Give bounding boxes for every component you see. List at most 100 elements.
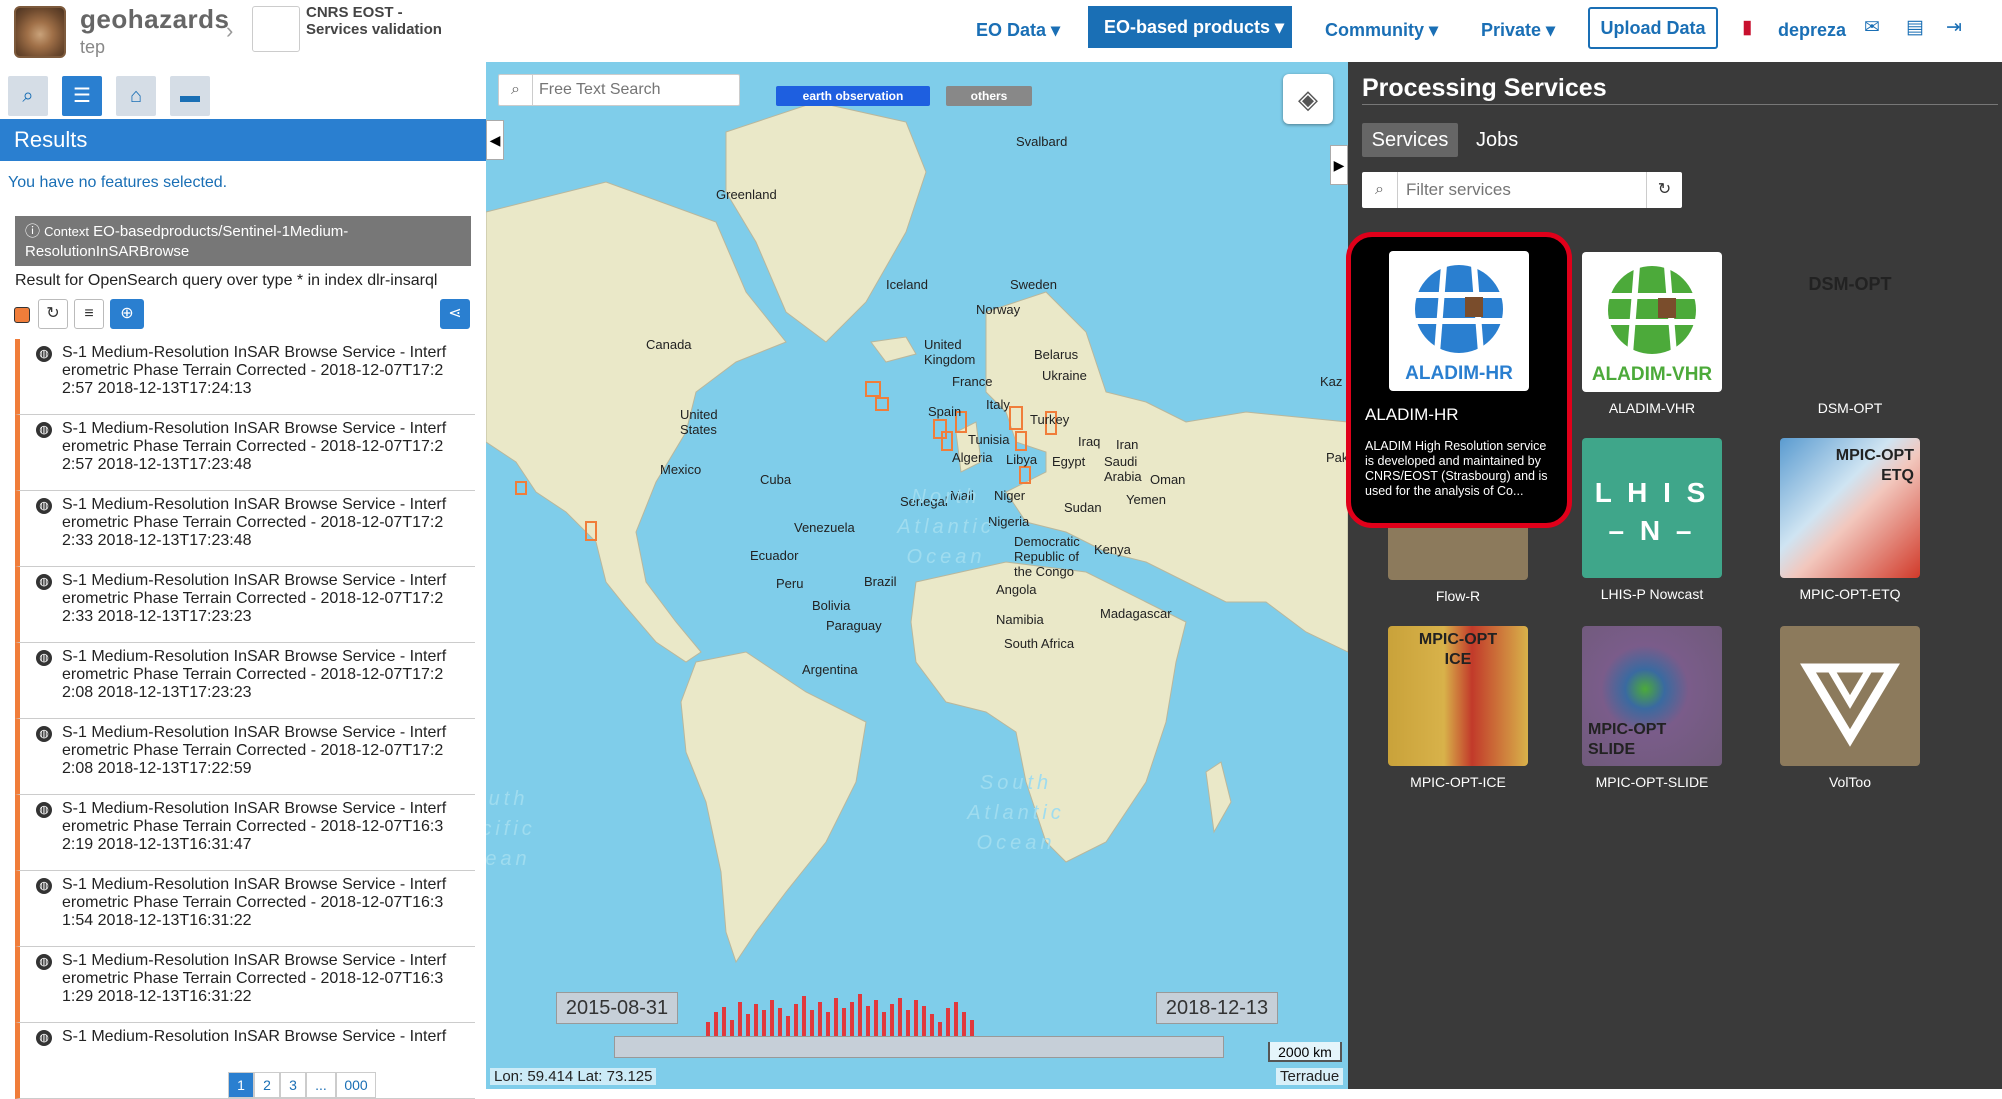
- aladim-vhr-thumb-text: ALADIM-VHR: [1591, 364, 1713, 385]
- query-text: Result for OpenSearch query over type * …: [15, 272, 438, 289]
- result-item[interactable]: ◍ S-1 Medium-Resolution InSAR Browse Serv…: [15, 415, 475, 491]
- nav-community[interactable]: Community ▾: [1325, 20, 1438, 41]
- result-item[interactable]: ◍ S-1 Medium-Resolution InSAR Browse Serv…: [15, 491, 475, 567]
- collapse-right-icon[interactable]: ▶: [1330, 145, 1348, 185]
- tag-earth-observation[interactable]: earth observation: [776, 86, 930, 106]
- result-text: S-1 Medium-Resolution InSAR Browse Servi…: [62, 496, 447, 513]
- label-belarus: Belarus: [1034, 347, 1079, 362]
- label-uk: United Kingdom: [924, 337, 976, 367]
- divider: [1362, 104, 1998, 105]
- result-text: S-1 Medium-Resolution InSAR Browse Servi…: [62, 572, 447, 589]
- page-last[interactable]: 000: [336, 1072, 376, 1098]
- label-south-africa: South Africa: [1004, 636, 1075, 651]
- service-description: ALADIM High Resolution service is develo…: [1365, 439, 1548, 498]
- tab-jobs[interactable]: Jobs: [1476, 123, 1518, 157]
- processing-services-title: Processing Services: [1362, 74, 1607, 102]
- tag-others[interactable]: others: [946, 86, 1032, 106]
- logout-icon[interactable]: ⇥: [1946, 16, 1962, 39]
- filter-services-input[interactable]: [1406, 178, 1606, 202]
- service-mpic-opt-ice[interactable]: MPIC-OPT ICE MPIC-OPT-ICE: [1388, 626, 1528, 790]
- share-icon[interactable]: ⋖: [440, 299, 470, 329]
- label-sudan: Sudan: [1064, 500, 1102, 515]
- service-mpic-opt-etq[interactable]: MPIC-OPT ETQ MPIC-OPT-ETQ: [1780, 438, 1920, 602]
- map-attribution[interactable]: Terradue: [1276, 1068, 1344, 1085]
- result-text: erometric Phase Terrain Corrected - 2018…: [62, 818, 444, 835]
- info-icon: ⓘ: [25, 223, 45, 240]
- world-map[interactable]: Greenland Svalbard Iceland Sweden Norway…: [486, 62, 1348, 1089]
- collapse-left-icon[interactable]: ◀: [486, 120, 504, 160]
- result-text: 2:19 2018-12-13T16:31:47: [62, 836, 252, 853]
- scale-bar: 2000 km: [1268, 1042, 1342, 1062]
- label-drc: Democratic Republic of the Congo: [1014, 534, 1080, 579]
- filter-services[interactable]: ⌕ ↻: [1362, 172, 1682, 208]
- label-iceland: Iceland: [886, 277, 928, 292]
- search-tab-icon[interactable]: ⌕: [8, 76, 48, 116]
- result-item[interactable]: ◍ S-1 Medium-Resolution InSAR Browse Serv…: [15, 719, 475, 795]
- basket-tab-icon[interactable]: ⌂: [116, 76, 156, 116]
- mpic-opt-etq-thumbnail: MPIC-OPT ETQ: [1780, 438, 1920, 578]
- label-kaz: Kaz: [1320, 374, 1343, 389]
- service-mpic-opt-slide[interactable]: MPIC-OPT SLIDE MPIC-OPT-SLIDE: [1582, 626, 1722, 790]
- page-3[interactable]: 3: [280, 1072, 306, 1098]
- lhis-thumb-text: L H I S – N –: [1594, 477, 1710, 546]
- search-icon: ⌕: [1362, 172, 1398, 208]
- project-name[interactable]: CNRS EOST - Services validation: [306, 4, 466, 38]
- ice-thumb-text: MPIC-OPT ICE: [1418, 631, 1498, 668]
- timeline-start-date[interactable]: 2015-08-31: [556, 992, 678, 1024]
- result-text: S-1 Medium-Resolution InSAR Browse Servi…: [62, 952, 447, 969]
- context-prefix: Context: [44, 224, 89, 239]
- book-icon[interactable]: ▮: [1742, 16, 1752, 39]
- list-view-icon[interactable]: ≡: [74, 299, 104, 329]
- nav-eo-data[interactable]: EO Data ▾: [976, 20, 1060, 41]
- label-mexico: Mexico: [660, 462, 702, 477]
- archive-tab-icon[interactable]: ▬: [170, 76, 210, 116]
- page-2[interactable]: 2: [254, 1072, 280, 1098]
- result-item[interactable]: ◍ S-1 Medium-Resolution InSAR Browse Serv…: [15, 795, 475, 871]
- timeline-slider[interactable]: [614, 1036, 1224, 1058]
- geohazards-logo[interactable]: [14, 6, 66, 58]
- refresh-icon[interactable]: ↻: [1646, 172, 1682, 208]
- select-all-checkbox[interactable]: [14, 307, 30, 323]
- result-item[interactable]: ◍ S-1 Medium-Resolution InSAR Browse Serv…: [15, 643, 475, 719]
- user-menu[interactable]: depreza: [1778, 20, 1846, 41]
- result-text: erometric Phase Terrain Corrected - 2018…: [62, 362, 444, 379]
- result-item[interactable]: ◍ S-1 Medium-Resolution InSAR Browse Serv…: [15, 871, 475, 947]
- search-icon[interactable]: ⌕: [499, 75, 533, 105]
- free-text-search[interactable]: ⌕: [498, 74, 740, 106]
- add-basket-icon[interactable]: ⊕: [110, 299, 144, 329]
- search-input[interactable]: [539, 79, 735, 101]
- results-panel: ⌕ ☰ ⌂ ▬ Results You have no features sel…: [0, 62, 486, 1099]
- refresh-icon[interactable]: ↻: [38, 299, 68, 329]
- label-paraguay: Paraguay: [826, 618, 882, 633]
- service-label: MPIC-OPT-SLIDE: [1595, 774, 1709, 790]
- label-pak: Pak: [1326, 450, 1348, 465]
- docs-icon[interactable]: ▤: [1906, 16, 1924, 39]
- project-icon[interactable]: [252, 6, 300, 52]
- service-voltoo[interactable]: VolToo: [1780, 626, 1920, 790]
- page-1[interactable]: 1: [228, 1072, 254, 1098]
- layers-icon[interactable]: ◈: [1283, 74, 1333, 124]
- result-item[interactable]: ◍ S-1 Medium-Resolution InSAR Browse Serv…: [15, 947, 475, 1023]
- tab-services[interactable]: Services: [1362, 123, 1458, 157]
- result-text: erometric Phase Terrain Corrected - 2018…: [62, 590, 444, 607]
- globe-icon: ◍: [36, 574, 52, 590]
- timeline-end-date[interactable]: 2018-12-13: [1156, 992, 1278, 1024]
- aladim-hr-popup[interactable]: ALADIM-HR ALADIM-HR ALADIM High Resoluti…: [1346, 232, 1572, 528]
- result-item[interactable]: ◍ S-1 Medium-Resolution InSAR Browse Serv…: [15, 339, 475, 415]
- nav-eo-based-products[interactable]: EO-based products ▾: [1088, 6, 1292, 48]
- result-item[interactable]: ◍ S-1 Medium-Resolution InSAR Browse Serv…: [15, 567, 475, 643]
- service-lhis-p-nowcast[interactable]: L H I S – N – LHIS-P Nowcast: [1582, 438, 1722, 602]
- brand-name[interactable]: geohazards: [80, 4, 230, 35]
- upload-data-button[interactable]: Upload Data: [1588, 7, 1718, 49]
- dsm-opt-thumbnail: DSM-OPT: [1780, 252, 1920, 392]
- result-text: S-1 Medium-Resolution InSAR Browse Servi…: [62, 648, 447, 665]
- service-aladim-vhr[interactable]: ALADIM-VHR ALADIM-VHR: [1582, 252, 1722, 416]
- globe-icon: ◍: [36, 498, 52, 514]
- service-label: VolToo: [1828, 774, 1872, 790]
- nav-private[interactable]: Private ▾: [1481, 20, 1555, 41]
- mail-icon[interactable]: ✉: [1864, 16, 1880, 39]
- service-dsm-opt[interactable]: DSM-OPT DSM-OPT: [1780, 252, 1920, 416]
- globe-icon: ◍: [36, 954, 52, 970]
- lhis-thumbnail: L H I S – N –: [1582, 438, 1722, 578]
- list-tab-icon[interactable]: ☰: [62, 76, 102, 116]
